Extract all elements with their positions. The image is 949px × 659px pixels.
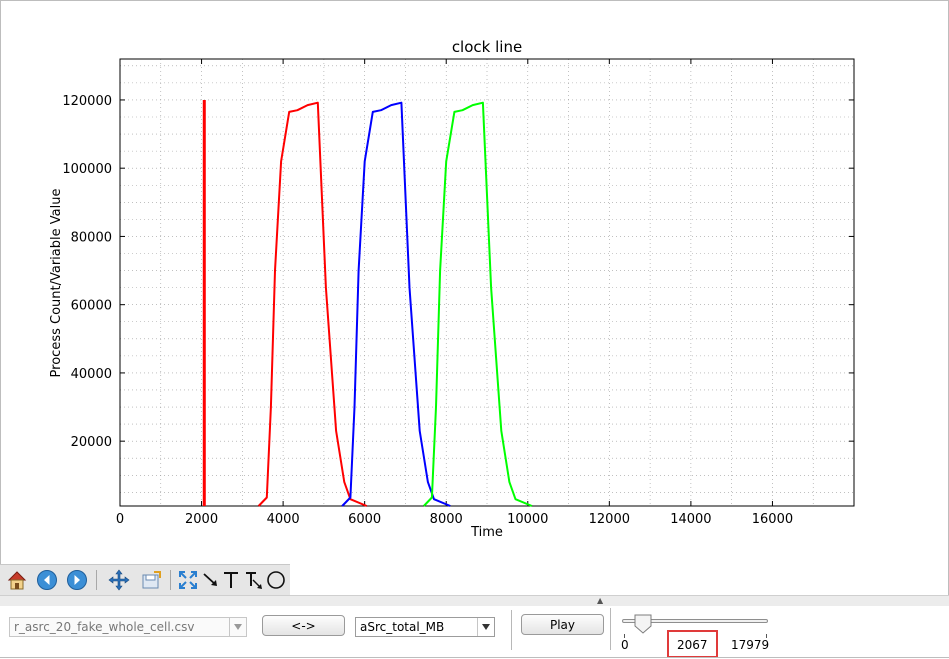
- y-tick-label: 100000: [62, 162, 112, 177]
- file-combo[interactable]: r_asrc_20_fake_whole_cell.csv: [9, 617, 247, 637]
- y-tick-label: 80000: [71, 230, 112, 245]
- y-tick-label: 120000: [62, 94, 112, 109]
- x-tick-label: 0: [116, 512, 124, 527]
- x-tick-label: 8000: [430, 512, 463, 527]
- y-tick-label: 60000: [71, 299, 112, 314]
- navigation-toolbar: [0, 564, 290, 595]
- toolbar-separator: [96, 570, 97, 590]
- variable-combo[interactable]: aSrc_total_MB: [355, 617, 495, 637]
- y-axis-title: Process Count/Variable Value: [49, 189, 64, 378]
- chevron-down-icon[interactable]: [477, 618, 494, 636]
- forward-icon[interactable]: [65, 568, 89, 592]
- x-axis-title: Time: [470, 525, 503, 540]
- x-tick-label: 14000: [670, 512, 711, 527]
- time-slider-thumb[interactable]: [634, 614, 652, 634]
- x-tick-label: 4000: [267, 512, 300, 527]
- fit-icon[interactable]: [176, 568, 200, 592]
- plot-canvas: 0 2000 4000 6000 8000 10000 12000 14000 16000 200…: [49, 38, 855, 540]
- divider: [610, 608, 611, 650]
- play-button[interactable]: Play: [521, 614, 604, 635]
- x-tick-label: 16000: [752, 512, 793, 527]
- slider-current-label: 2067: [677, 638, 708, 652]
- slider-min-label: 0: [621, 638, 629, 652]
- splitter-grip-icon: ▲: [597, 596, 604, 605]
- divider: [511, 610, 512, 650]
- text-icon[interactable]: [219, 568, 243, 592]
- chart-title: clock line: [452, 38, 522, 56]
- ticks: 0 2000 4000 6000 8000 10000 12000 14000 16000 200…: [62, 59, 854, 527]
- back-icon[interactable]: [35, 568, 59, 592]
- swap-button[interactable]: <->: [262, 615, 345, 636]
- grid: [120, 59, 854, 506]
- slider-max-label: 17979: [731, 638, 770, 652]
- toolbar-separator: [170, 570, 171, 590]
- save-icon[interactable]: [139, 568, 163, 592]
- bottom-border: [0, 657, 949, 658]
- variable-combo-value: aSrc_total_MB: [360, 620, 445, 634]
- x-tick-label: 6000: [348, 512, 381, 527]
- x-tick-label: 12000: [589, 512, 630, 527]
- series-line-3: [423, 101, 533, 507]
- pan-icon[interactable]: [107, 568, 131, 592]
- x-tick-label: 2000: [185, 512, 218, 527]
- x-tick-label: 10000: [507, 512, 548, 527]
- y-tick-label: 20000: [71, 435, 112, 450]
- chevron-down-icon[interactable]: [229, 618, 246, 636]
- axes-frame: [119, 58, 855, 507]
- file-combo-value: r_asrc_20_fake_whole_cell.csv: [14, 620, 195, 634]
- y-tick-label: 40000: [71, 367, 112, 382]
- series: [202, 99, 533, 507]
- home-icon[interactable]: [5, 568, 29, 592]
- series-line-1: [257, 101, 368, 507]
- text-arrow-icon[interactable]: [242, 568, 266, 592]
- circle-icon[interactable]: [264, 568, 288, 592]
